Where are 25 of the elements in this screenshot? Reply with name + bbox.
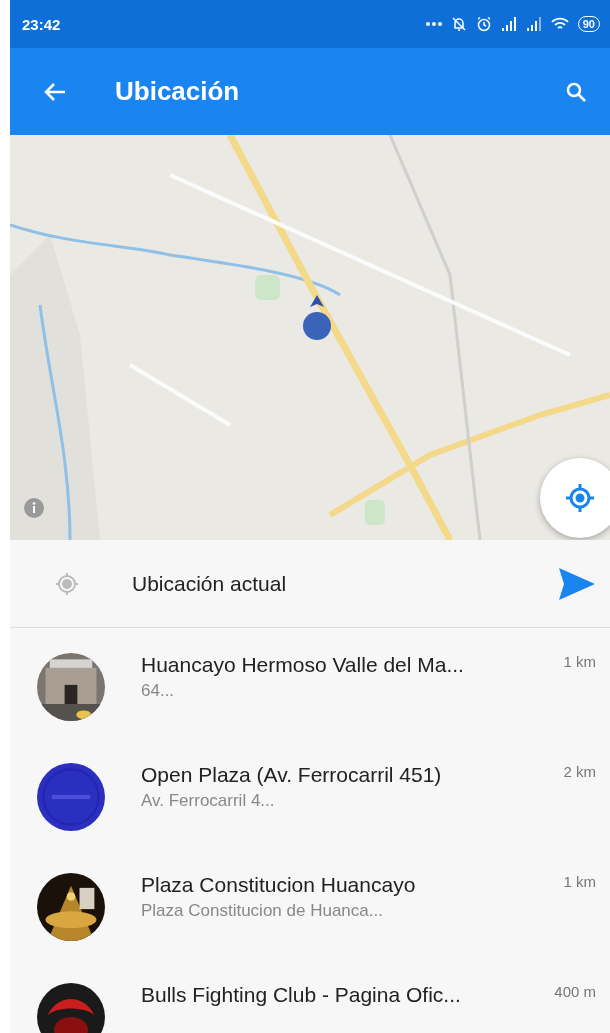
send-icon[interactable]: [558, 566, 596, 601]
place-distance: 1 km: [563, 653, 596, 670]
place-distance: 400 m: [554, 983, 596, 1000]
place-name[interactable]: Open Plaza (Av. Ferrocarril 451): [141, 761, 560, 789]
place-distance: 2 km: [563, 763, 596, 780]
place-distance: 1 km: [563, 873, 596, 890]
place-address: 64...: [141, 681, 176, 701]
muted-bell-icon: [450, 16, 467, 32]
signal-icon: [500, 17, 517, 31]
alarm-icon: [475, 16, 492, 32]
location-target-icon: [565, 483, 595, 513]
info-icon: [24, 498, 44, 518]
place-name[interactable]: Bulls Fighting Club - Pagina Ofic...: [141, 981, 551, 1009]
more-dots-icon: [425, 22, 442, 26]
current-location-label[interactable]: Ubicación actual: [132, 571, 558, 596]
place-name[interactable]: Huancayo Hermoso Valle del Ma...: [141, 651, 560, 679]
place-name[interactable]: Plaza Constitucion Huancayo: [141, 871, 560, 899]
location-target-icon: [55, 571, 79, 596]
place-address: Av. Ferrocarril 4...: [141, 791, 276, 811]
clock-time: 23:42: [22, 15, 61, 33]
screen-title: Ubicación: [115, 76, 241, 107]
signal-icon: [525, 17, 542, 31]
location-marker-icon: [302, 295, 332, 341]
wifi-icon: [550, 17, 569, 31]
place-address: Plaza Constitucion de Huanca...: [141, 901, 384, 921]
